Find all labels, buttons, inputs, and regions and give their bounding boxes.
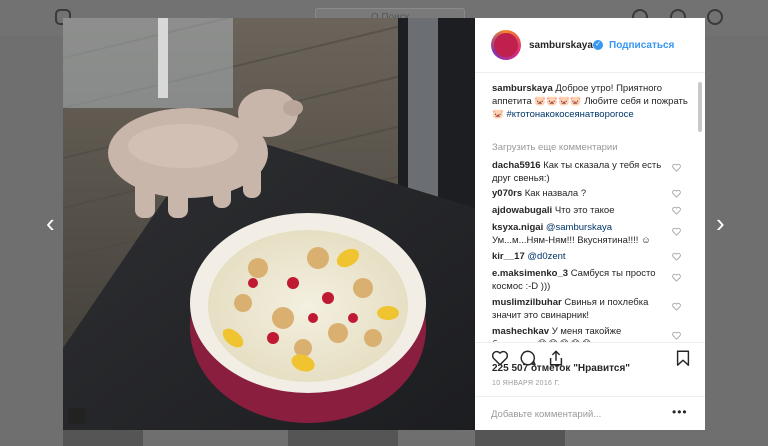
comment-text: Ум...м...Ням-Ням!!! Вкуснятина!!!! ☺	[492, 235, 651, 246]
previous-post-arrow-icon[interactable]: ‹	[46, 210, 55, 236]
likes-suffix: "Нравится"	[573, 363, 631, 374]
comment-like-heart-icon[interactable]	[672, 189, 681, 198]
post-caption: samburskaya Доброе утро! Приятного аппет…	[492, 82, 692, 121]
comment-item: ksyxa.nigai @samburskaya Ум...м...Ням-Ня…	[492, 221, 664, 247]
comment-like-heart-icon[interactable]	[672, 302, 681, 311]
comment-item: mashechkav У меня такойже бегемотик😂😂😂😂😂	[492, 325, 664, 342]
comment-like-heart-icon[interactable]	[672, 206, 681, 215]
comment-mention[interactable]: @samburskaya	[546, 222, 612, 233]
comment-item: e.maksimenko_3 Самбуся ты просто космос …	[492, 267, 664, 293]
post-username[interactable]: samburskaya	[529, 40, 593, 51]
comment-like-heart-icon[interactable]	[672, 252, 681, 261]
profile-icon[interactable]	[707, 9, 723, 25]
likes-count[interactable]: 225 507 отметок "Нравится"	[492, 363, 630, 374]
comment-item: muslimzilbuhar Свинья и похлебка значит …	[492, 296, 664, 322]
comment-like-heart-icon[interactable]	[672, 163, 681, 172]
follow-button[interactable]: Подписаться	[609, 40, 674, 51]
comment-like-heart-icon[interactable]	[672, 227, 681, 236]
caption-hashtag[interactable]: #ктотонакокосеянатворогосе	[506, 109, 633, 120]
likes-number: 225 507	[492, 363, 529, 374]
next-post-arrow-icon[interactable]: ›	[716, 210, 725, 236]
post-photo	[63, 18, 475, 430]
background-thumbnail	[288, 430, 398, 446]
comment-username[interactable]: kir__17	[492, 251, 525, 262]
comments-list[interactable]: samburskaya Доброе утро! Приятного аппет…	[475, 74, 697, 342]
more-options-icon[interactable]: •••	[672, 405, 688, 419]
save-bookmark-icon[interactable]	[674, 349, 692, 367]
likes-word: отметок	[530, 363, 571, 374]
add-comment-section: •••	[475, 396, 705, 430]
comment-like-heart-icon[interactable]	[672, 273, 681, 282]
comment-username[interactable]: y070rs	[492, 188, 522, 199]
comment-username[interactable]: mashechkav	[492, 326, 549, 337]
comment-text: Как назвала ?	[524, 188, 587, 199]
comment-username[interactable]: muslimzilbuhar	[492, 297, 562, 308]
comment-username[interactable]: ajdowabugali	[492, 205, 552, 216]
caption-username[interactable]: samburskaya	[492, 83, 553, 94]
post-header: samburskaya ✓ Подписаться	[475, 18, 705, 73]
comment-username[interactable]: dacha5916	[492, 160, 541, 171]
comment-item: dacha5916 Как ты сказала у тебя есть дру…	[492, 159, 664, 185]
load-more-comments-button[interactable]: Загрузить еще комментарии	[492, 142, 618, 153]
add-comment-input[interactable]	[491, 407, 661, 421]
user-tag-icon[interactable]	[68, 408, 86, 424]
post-date[interactable]: 10 ЯНВАРЯ 2016 Г.	[492, 380, 560, 387]
verified-badge-icon: ✓	[593, 40, 603, 50]
post-side-panel: samburskaya ✓ Подписаться samburskaya До…	[475, 18, 705, 430]
comment-item: kir__17 @d0zent	[492, 250, 664, 263]
comments-scrollbar[interactable]	[697, 78, 703, 342]
comment-username[interactable]: ksyxa.nigai	[492, 222, 543, 233]
comment-item: y070rs Как назвала ?	[492, 187, 664, 200]
comment-text: Что это такое	[554, 205, 615, 216]
background-thumbnail	[63, 430, 143, 446]
avatar[interactable]	[491, 30, 521, 60]
comment-mention[interactable]: @d0zent	[527, 251, 565, 262]
comment-like-heart-icon[interactable]	[672, 331, 681, 340]
comment-item: ajdowabugali Что это такое	[492, 204, 664, 217]
photo-illustration	[63, 18, 475, 430]
background-thumbnail	[475, 430, 565, 446]
comment-username[interactable]: e.maksimenko_3	[492, 268, 568, 279]
